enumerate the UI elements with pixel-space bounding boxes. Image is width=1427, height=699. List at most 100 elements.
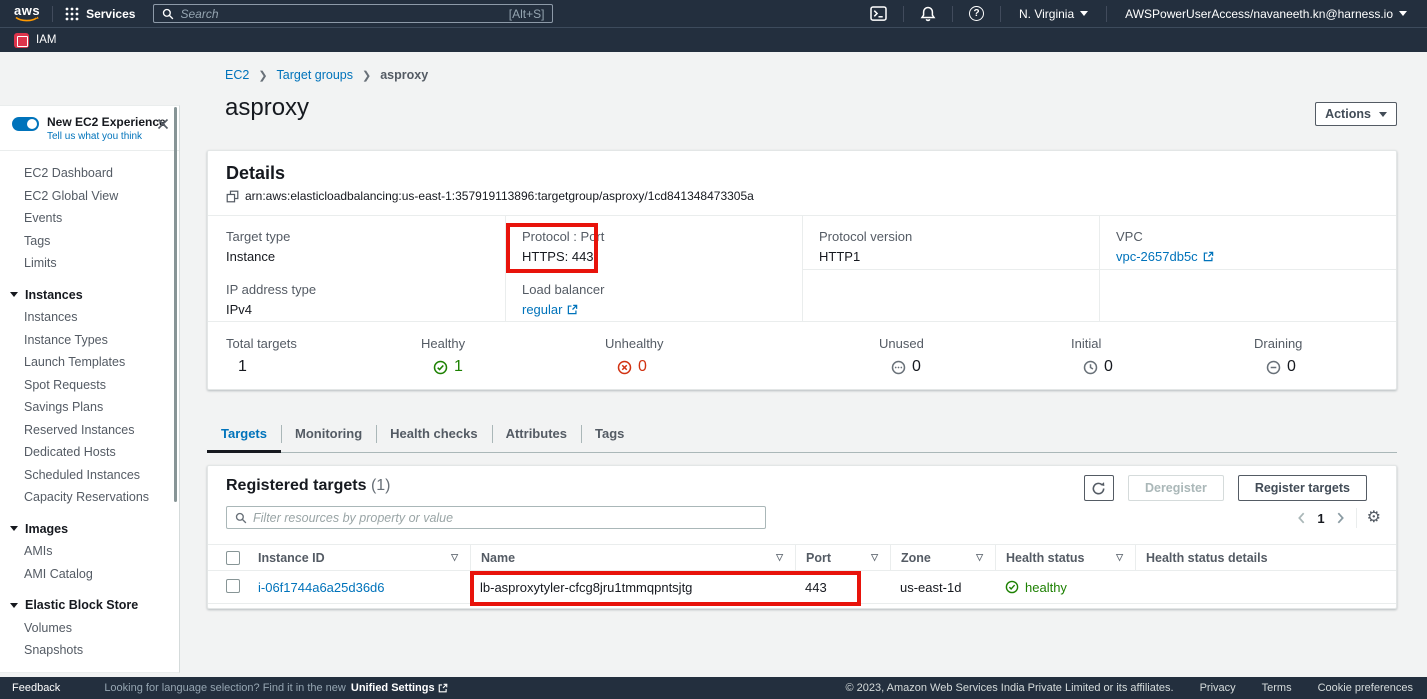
refresh-button[interactable] [1084,475,1114,501]
sidebar-item[interactable]: Tags [0,230,179,253]
sidebar-item[interactable]: Capacity Reservations [0,486,179,509]
sidebar-item-label: Limits [24,256,57,270]
sidebar-item[interactable]: EC2 Global View [0,185,179,208]
column-header[interactable]: Health status ▽ [995,545,1135,570]
global-search-box[interactable]: [Alt+S] [153,4,553,23]
sidebar-item[interactable]: Savings Plans [0,396,179,419]
sidebar-item[interactable]: Instances [0,306,179,329]
vpc-link[interactable]: vpc-2657db5c [1116,249,1214,264]
sort-icon[interactable]: ▽ [871,552,890,563]
column-header[interactable]: Instance ID ▽ [240,545,470,570]
section-caret-icon [10,526,18,531]
account-menu[interactable]: AWSPowerUserAccess/navaneeth.kn@harness.… [1119,7,1413,21]
new-experience-title: New EC2 Experience [47,116,166,129]
tab[interactable]: Tags [581,415,638,452]
cloudshell-button[interactable] [866,6,891,21]
cookie-preferences-link[interactable]: Cookie preferences [1318,682,1413,694]
breadcrumb-separator: ❯ [258,69,267,82]
empty-cell [803,269,1099,322]
sidebar-item-label: Scheduled Instances [24,468,140,482]
sidebar-item[interactable]: Volumes [0,617,179,640]
aws-smile-icon [15,16,39,23]
sidebar-item[interactable]: Instances [0,284,179,307]
sidebar-item-label: Instances [24,310,78,324]
breadcrumb-ec2[interactable]: EC2 [225,68,249,82]
check-circle-icon [1005,580,1019,594]
tab[interactable]: Targets [207,415,281,452]
target-port-cell: 443 [795,580,890,595]
notifications-button[interactable] [916,6,940,22]
sidebar-item-label: AMIs [24,544,52,558]
copy-arn-button[interactable] [226,190,239,203]
field-label: Load balancer [522,282,802,297]
sidebar-item[interactable]: Events [0,207,179,230]
privacy-link[interactable]: Privacy [1200,682,1236,694]
sidebar-item[interactable]: Scheduled Instances [0,464,179,487]
load-balancer-link[interactable]: regular [522,302,578,317]
deregister-button[interactable]: Deregister [1128,475,1224,501]
close-banner-button[interactable] [157,118,169,130]
previous-page-button[interactable] [1296,511,1307,525]
column-header[interactable]: Zone ▽ [890,545,995,570]
terms-link[interactable]: Terms [1262,682,1292,694]
sort-icon[interactable]: ▽ [976,552,995,563]
help-icon [969,6,984,21]
row-checkbox[interactable] [226,579,240,593]
actions-button[interactable]: Actions [1315,102,1397,126]
target-type-value: Instance [226,249,505,264]
sidebar-item-label: Savings Plans [24,400,103,414]
help-button[interactable] [965,6,988,21]
sidebar-item[interactable]: Snapshots [0,639,179,662]
sidebar-item[interactable]: Limits [0,252,179,275]
breadcrumb-target-groups[interactable]: Target groups [277,68,353,82]
registered-targets-heading: Registered targets (1) [226,477,391,495]
sidebar-item[interactable]: AMIs [0,540,179,563]
sidebar-item[interactable]: Launch Templates [0,351,179,374]
register-targets-button[interactable]: Register targets [1238,475,1367,501]
tab[interactable]: Monitoring [281,415,376,452]
favorite-iam-link[interactable]: IAM [14,33,56,48]
services-menu-button[interactable]: Services [65,7,135,21]
filter-box[interactable] [226,506,766,529]
sort-icon[interactable]: ▽ [451,552,470,563]
sort-icon[interactable]: ▽ [776,552,795,563]
sidebar-item[interactable]: AMI Catalog [0,563,179,586]
divider [952,6,953,22]
page-title: asproxy [225,94,309,122]
tab[interactable]: Attributes [492,415,581,452]
stat-initial: Initial 0 [1071,336,1113,376]
select-all-checkbox[interactable] [226,551,240,565]
target-row: i-06f1744a6a25d36d6 lb-asproxytyler-cfcg… [208,571,1396,604]
external-link-icon [1203,251,1214,262]
column-header[interactable]: Health status details ▽ [1135,545,1396,570]
table-settings-button[interactable]: ⚙ [1367,510,1381,526]
region-selector[interactable]: N. Virginia [1013,7,1094,21]
next-page-button[interactable] [1335,511,1346,525]
column-header[interactable]: Name ▽ [470,545,795,570]
sidebar-item[interactable]: Reserved Instances [0,419,179,442]
new-experience-feedback-link[interactable]: Tell us what you think [47,131,166,142]
unified-settings-link[interactable]: Unified Settings [351,682,448,694]
copy-icon [226,190,239,203]
field-label: Protocol : Port [522,229,802,244]
sidebar-item[interactable]: EC2 Dashboard [0,162,179,185]
sidebar-scrollbar[interactable] [174,107,177,502]
target-group-arn: arn:aws:elasticloadbalancing:us-east-1:3… [245,189,754,203]
tab[interactable]: Health checks [376,415,491,452]
filter-input[interactable] [253,511,757,525]
sidebar-item[interactable]: Dedicated Hosts [0,441,179,464]
sort-icon[interactable]: ▽ [1116,552,1135,563]
instance-id-link[interactable]: i-06f1744a6a25d36d6 [258,580,385,595]
new-experience-toggle[interactable] [12,117,39,131]
sidebar-item[interactable]: Images [0,518,179,541]
column-header[interactable]: Port ▽ [795,545,890,570]
top-navigation-bar: aws Services [Alt+S] [0,0,1427,27]
sidebar-item[interactable]: Instance Types [0,329,179,352]
sidebar-item[interactable]: Elastic Block Store [0,594,179,617]
sidebar-item[interactable]: Spot Requests [0,374,179,397]
search-input[interactable] [180,7,502,21]
feedback-link[interactable]: Feedback [12,682,60,694]
protocol-port-value: HTTPS: 443 [522,249,802,264]
aws-logo[interactable]: aws [14,5,40,23]
page-number[interactable]: 1 [1317,511,1324,526]
